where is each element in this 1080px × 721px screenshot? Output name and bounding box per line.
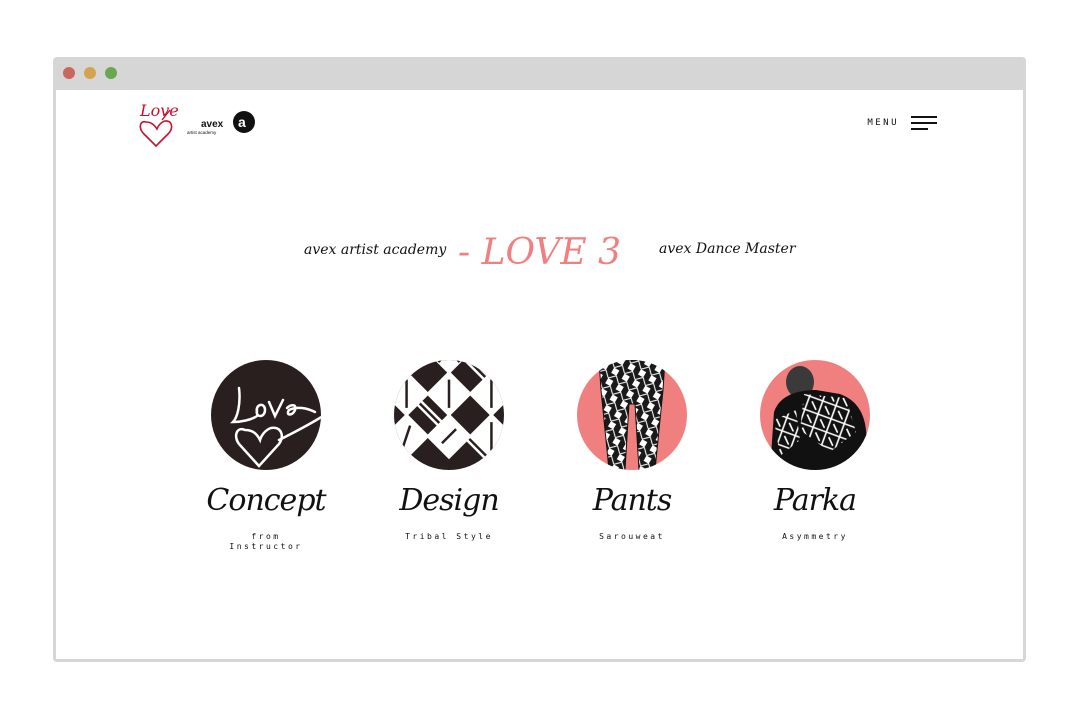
card-design[interactable]: Design Tribal Style	[369, 360, 529, 542]
menu-label: MENU	[867, 118, 899, 128]
hero-title-text: - LOVE 3 -	[458, 232, 628, 273]
menu-button[interactable]: MENU	[867, 115, 937, 131]
love-heart-graphic-icon	[211, 360, 321, 470]
avex-logo-subtext: artist academy	[187, 130, 217, 135]
love-logo[interactable]: Love	[138, 100, 178, 148]
browser-window: Love avex artist academy a MENU avex art…	[53, 57, 1026, 662]
avex-logo-text: avex	[201, 119, 224, 130]
hamburger-menu-icon	[911, 116, 937, 130]
card-subtitle: Asymmetry	[782, 532, 848, 541]
card-pants[interactable]: Pants Sarouweat	[552, 360, 712, 542]
hero-section: avex artist academy - LOVE 3 - avex Danc…	[56, 220, 1023, 290]
card-title: Design	[399, 483, 499, 518]
love-logo-text: Love	[139, 101, 178, 120]
heart-icon	[139, 120, 173, 148]
close-window-button[interactable]	[63, 67, 75, 79]
minimize-window-button[interactable]	[84, 67, 96, 79]
card-parka[interactable]: Parka Asymmetry	[735, 360, 895, 542]
hero-title: - LOVE 3 -	[458, 232, 628, 273]
page-content: Love avex artist academy a MENU avex art…	[56, 90, 1023, 659]
parka-photo-icon	[760, 360, 870, 470]
maximize-window-button[interactable]	[105, 67, 117, 79]
avex-logo[interactable]: avex artist academy a	[187, 108, 257, 138]
card-title: Parka	[773, 483, 857, 518]
hero-right-text: avex Dance Master	[659, 241, 796, 257]
card-concept[interactable]: Concept from Instructor	[186, 360, 346, 552]
hero-left-text: avex artist academy	[304, 242, 447, 258]
card-subtitle: Sarouweat	[599, 532, 665, 541]
card-subtitle: from Instructor	[229, 532, 303, 551]
card-title: Pants	[592, 483, 673, 518]
card-title: Concept	[206, 483, 326, 518]
window-titlebar	[53, 57, 1026, 90]
svg-text:a: a	[238, 114, 246, 130]
card-subtitle: Tribal Style	[405, 532, 493, 541]
tribal-pattern-graphic-icon	[394, 360, 504, 470]
pants-photo-icon	[577, 360, 687, 470]
